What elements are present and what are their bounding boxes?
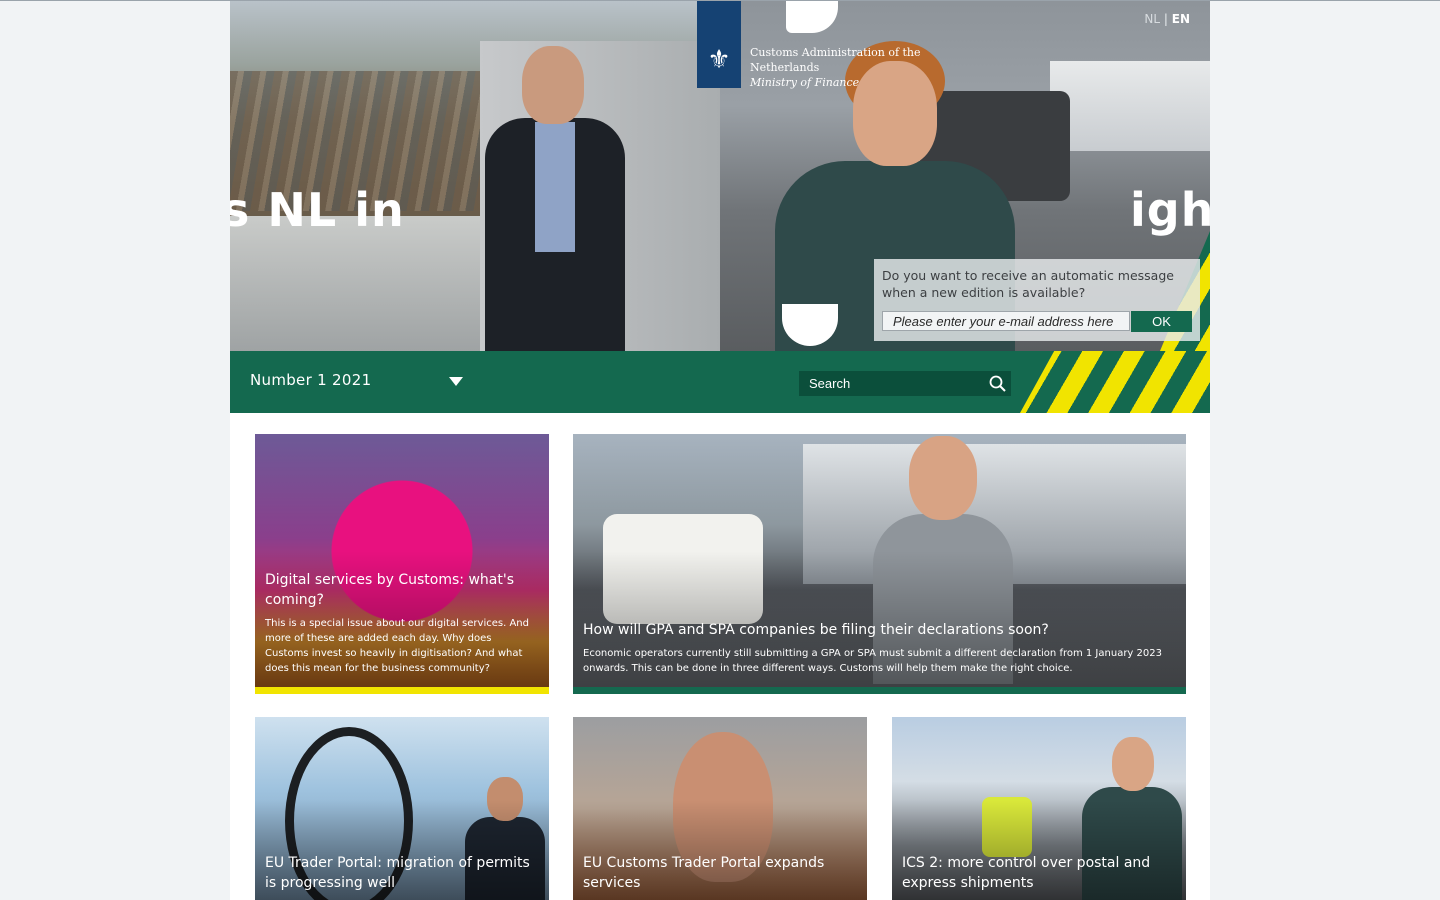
search-icon[interactable] xyxy=(987,373,1009,394)
edition-selector[interactable]: Number 1 2021 xyxy=(250,371,371,389)
rijkslogo[interactable]: ⚜ xyxy=(697,1,741,88)
article-title[interactable]: ICS 2: more control over postal and expr… xyxy=(902,853,1177,893)
article-description: Economic operators currently still submi… xyxy=(583,648,1162,674)
logo-line1: Customs Administration of the xyxy=(750,46,921,59)
hero-banner: s NL in ight ⚜ Customs Administration of… xyxy=(230,1,1210,351)
article-accent-bar xyxy=(573,687,1186,694)
lang-separator: | xyxy=(1163,12,1168,26)
article-tile-customs-trader-portal[interactable]: EU Customs Trader Portal expands service… xyxy=(573,717,867,900)
chevron-down-icon[interactable] xyxy=(449,377,463,386)
logo-line2: Netherlands xyxy=(750,61,820,74)
subscribe-box: Do you want to receive an automatic mess… xyxy=(874,259,1200,341)
subscribe-question: Do you want to receive an automatic mess… xyxy=(882,268,1174,300)
article-accent-bar xyxy=(255,687,549,694)
article-tile-gpa-spa[interactable]: How will GPA and SPA companies be filing… xyxy=(573,434,1186,694)
article-description: This is a special issue about our digita… xyxy=(265,618,529,674)
article-tile-trader-portal-migration[interactable]: EU Trader Portal: migration of permits i… xyxy=(255,717,549,900)
hero-photo-rooftop xyxy=(230,1,720,351)
search-box xyxy=(799,371,1011,396)
article-tile-ics2[interactable]: ICS 2: more control over postal and expr… xyxy=(892,717,1186,900)
hero-word-left: s NL in xyxy=(230,183,405,237)
article-title[interactable]: EU Customs Trader Portal expands service… xyxy=(583,853,858,893)
edition-bar: Number 1 2021 xyxy=(230,351,1210,413)
logo-text: Customs Administration of the Netherland… xyxy=(750,45,950,90)
article-title[interactable]: EU Trader Portal: migration of permits i… xyxy=(265,853,540,893)
subscribe-ok-button[interactable]: OK xyxy=(1131,311,1192,332)
article-title[interactable]: How will GPA and SPA companies be filing… xyxy=(583,620,1173,640)
language-switcher: NL | EN xyxy=(1144,12,1190,26)
crest-icon: ⚜ xyxy=(707,45,731,75)
email-field[interactable] xyxy=(882,311,1130,331)
lang-en-link[interactable]: EN xyxy=(1172,12,1190,26)
page-container: s NL in ight ⚜ Customs Administration of… xyxy=(230,1,1210,900)
article-title[interactable]: Digital services by Customs: what's comi… xyxy=(265,570,535,610)
article-tile-digital-services[interactable]: Digital services by Customs: what's comi… xyxy=(255,434,549,694)
hero-person-man xyxy=(480,46,630,351)
logo-ministry: Ministry of Finance xyxy=(750,76,860,89)
lang-nl-link[interactable]: NL xyxy=(1144,12,1160,26)
decorative-stripes xyxy=(1020,351,1210,413)
search-input[interactable] xyxy=(799,371,985,396)
hero-word-right: ight xyxy=(1130,183,1210,237)
